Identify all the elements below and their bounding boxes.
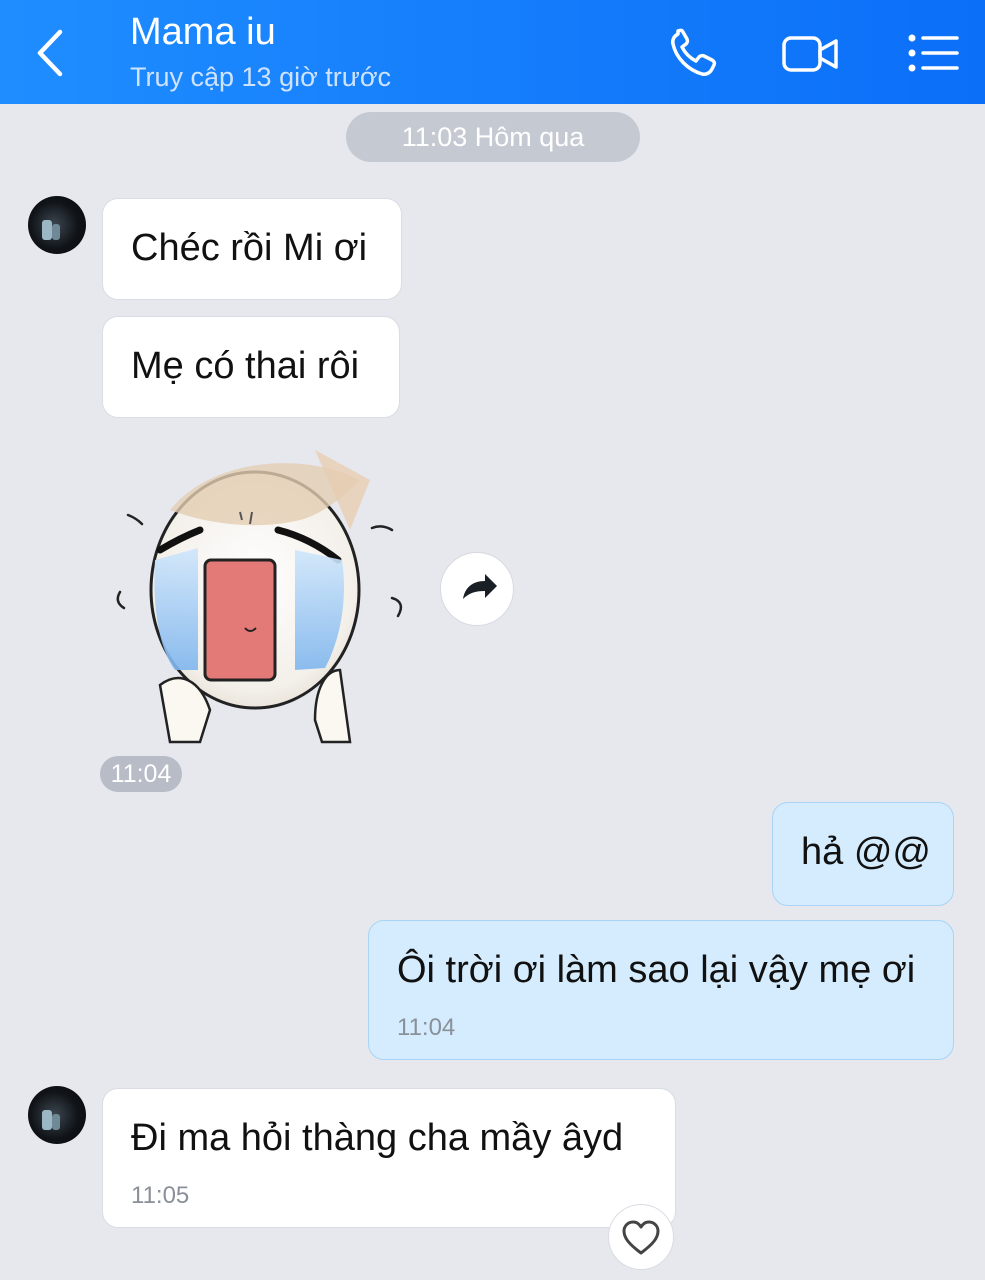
last-seen-status: Truy cập 13 giờ trước [130,62,392,92]
heart-reaction-icon[interactable] [608,1204,674,1270]
sticker-timestamp: 11:04 [100,756,182,792]
phone-icon[interactable] [664,26,724,82]
contact-avatar[interactable] [28,196,86,254]
contact-avatar[interactable] [28,1086,86,1144]
message-bubble-outgoing[interactable]: Ôi trời ơi làm sao lại vậy mẹ ơi 11:04 [368,920,954,1060]
message-text: Ôi trời ơi làm sao lại vậy mẹ ơi [397,949,916,991]
message-text: Đi ma hỏi thàng cha mầy âyd [131,1117,624,1159]
date-separator: 11:03 Hôm qua [346,112,640,162]
crying-face-sticker[interactable] [100,420,430,750]
message-text: Mẹ có thai rôi [131,345,360,387]
message-bubble-incoming[interactable]: Đi ma hỏi thàng cha mầy âyd 11:05 [102,1088,676,1228]
chat-header: Mama iu Truy cập 13 giờ trước [0,0,985,104]
share-forward-icon[interactable] [440,552,514,626]
menu-list-icon[interactable] [905,26,965,82]
contact-name[interactable]: Mama iu [130,10,276,54]
video-call-icon[interactable] [780,26,840,82]
message-bubble-incoming[interactable]: Mẹ có thai rôi [102,316,400,418]
message-text: hả @@ [801,831,931,873]
back-arrow-icon[interactable] [30,28,74,78]
message-bubble-outgoing[interactable]: hả @@ [772,802,954,906]
message-timestamp: 11:05 [131,1182,190,1209]
message-timestamp: 11:04 [397,1014,456,1041]
message-text: Chéc rồi Mi ơi [131,227,368,269]
message-bubble-incoming[interactable]: Chéc rồi Mi ơi [102,198,402,300]
